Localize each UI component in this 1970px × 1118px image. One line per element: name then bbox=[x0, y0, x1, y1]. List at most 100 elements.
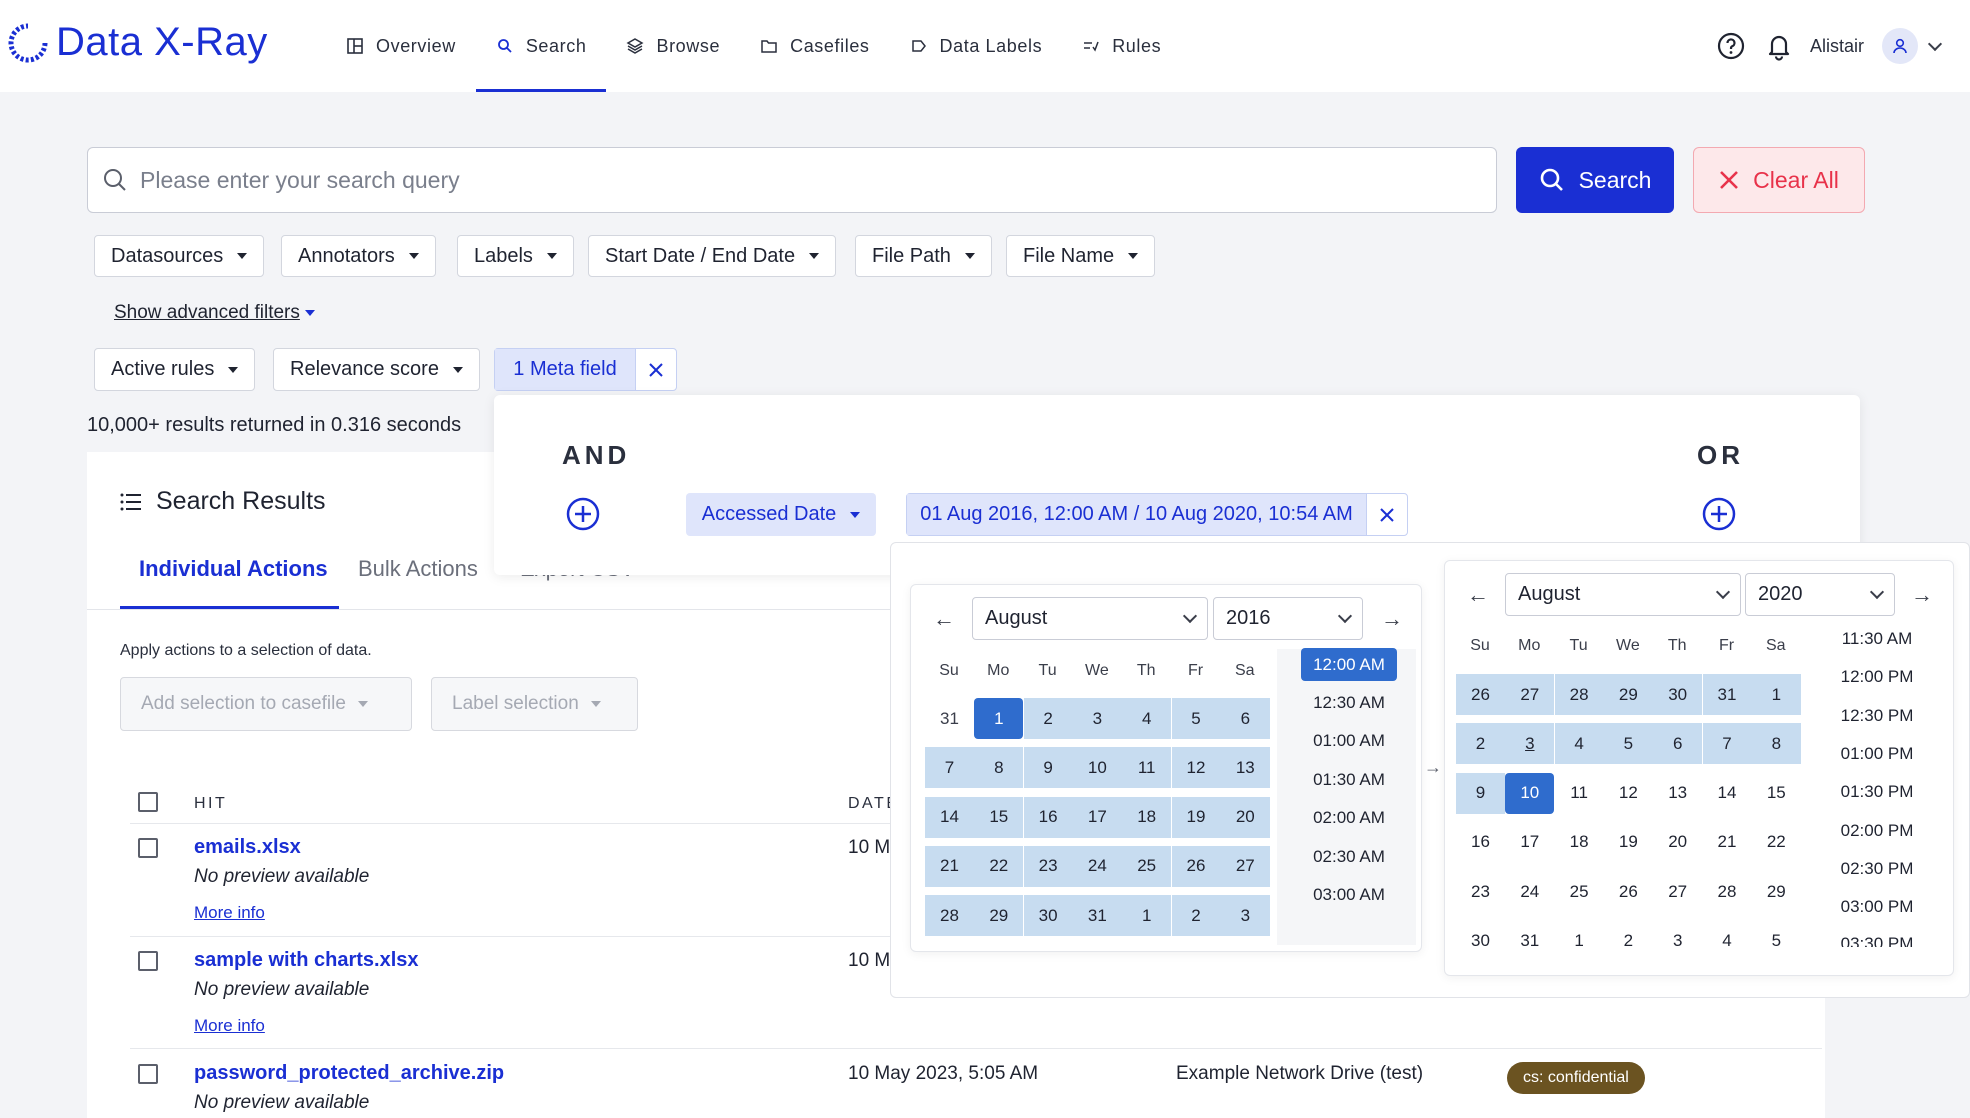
time-option[interactable]: 12:30 PM bbox=[1829, 706, 1925, 726]
active-rules-filter[interactable]: Active rules bbox=[94, 348, 256, 391]
time-option[interactable]: 01:30 AM bbox=[1301, 770, 1397, 790]
calendar-day[interactable]: 4 bbox=[1703, 921, 1752, 962]
calendar-day[interactable]: 24 bbox=[1505, 871, 1554, 912]
calendar-day[interactable]: 22 bbox=[974, 845, 1024, 887]
calendar-day[interactable]: 22 bbox=[1752, 822, 1801, 863]
time-option[interactable]: 03:30 PM bbox=[1829, 935, 1925, 947]
time-option[interactable]: 02:00 PM bbox=[1829, 821, 1925, 841]
show-advanced-filters-link[interactable]: Show advanced filters bbox=[114, 302, 315, 324]
calendar-day[interactable]: 31 bbox=[925, 698, 974, 739]
more-info-link[interactable]: More info bbox=[194, 903, 265, 923]
calendar-day[interactable]: 15 bbox=[1752, 773, 1801, 814]
time-option[interactable]: 01:00 AM bbox=[1301, 731, 1397, 751]
calendar-day[interactable]: 2 bbox=[1171, 895, 1221, 937]
calendar-day[interactable]: 4 bbox=[1122, 698, 1172, 739]
calendar-day[interactable]: 6 bbox=[1653, 723, 1703, 765]
user-name[interactable]: Alistair bbox=[1810, 36, 1864, 57]
search-input[interactable] bbox=[140, 166, 1440, 194]
calendar-day[interactable]: 18 bbox=[1555, 822, 1604, 863]
calendar-day[interactable]: 30 bbox=[1023, 895, 1073, 937]
next-month-icon[interactable]: → bbox=[1911, 582, 1933, 608]
calendar-day[interactable]: 16 bbox=[1023, 796, 1073, 838]
nav-browse[interactable]: Browse bbox=[606, 0, 740, 92]
tab-bulk-actions[interactable]: Bulk Actions bbox=[358, 556, 478, 582]
calendar-day[interactable]: 31 bbox=[1072, 895, 1122, 937]
tab-individual-actions[interactable]: Individual Actions bbox=[139, 556, 328, 582]
calendar-day[interactable]: 27 bbox=[1505, 674, 1555, 715]
calendar-day[interactable]: 31 bbox=[1505, 921, 1554, 962]
time-option[interactable]: 01:30 PM bbox=[1829, 782, 1925, 802]
row-checkbox[interactable] bbox=[138, 951, 158, 971]
calendar-day[interactable]: 26 bbox=[1604, 871, 1653, 912]
calendar-day[interactable]: 6 bbox=[1220, 698, 1270, 739]
calendar-day[interactable]: 2 bbox=[1023, 698, 1073, 739]
clear-all-button[interactable]: Clear All bbox=[1693, 147, 1865, 213]
calendar-day[interactable]: 26 bbox=[1456, 674, 1505, 715]
calendar-day[interactable]: 29 bbox=[1603, 674, 1653, 715]
calendar-day[interactable]: 1 bbox=[974, 698, 1024, 739]
start-year-select[interactable]: 2016 bbox=[1213, 597, 1363, 640]
next-month-icon[interactable]: → bbox=[1381, 606, 1403, 632]
calendar-day[interactable]: 30 bbox=[1653, 674, 1703, 715]
remove-meta-field-button[interactable] bbox=[636, 349, 676, 390]
calendar-day[interactable]: 16 bbox=[1456, 822, 1505, 863]
avatar[interactable] bbox=[1882, 28, 1918, 64]
calendar-day[interactable]: 25 bbox=[1122, 845, 1172, 887]
add-and-condition-icon[interactable] bbox=[566, 497, 600, 531]
calendar-day[interactable]: 28 bbox=[1554, 674, 1604, 715]
calendar-day[interactable]: 3 bbox=[1220, 895, 1270, 937]
calendar-day[interactable]: 23 bbox=[1456, 871, 1505, 912]
prev-month-icon[interactable]: ← bbox=[1467, 582, 1489, 608]
nav-search[interactable]: Search bbox=[475, 0, 607, 92]
time-option[interactable]: 03:00 PM bbox=[1829, 897, 1925, 917]
calendar-day[interactable]: 28 bbox=[925, 895, 974, 937]
calendar-day[interactable]: 21 bbox=[1703, 822, 1752, 863]
add-to-casefile-button[interactable]: Add selection to casefile bbox=[120, 677, 412, 731]
add-or-condition-icon[interactable] bbox=[1702, 497, 1736, 531]
nav-rules[interactable]: Rules bbox=[1062, 0, 1181, 92]
calendar-day[interactable]: 14 bbox=[1703, 773, 1752, 814]
calendar-day[interactable]: 5 bbox=[1603, 723, 1653, 765]
calendar-day[interactable]: 27 bbox=[1220, 845, 1270, 887]
prev-month-icon[interactable]: ← bbox=[933, 606, 955, 632]
time-option[interactable]: 11:30 AM bbox=[1829, 629, 1925, 649]
hit-file-link[interactable]: emails.xlsx bbox=[194, 836, 301, 859]
column-header-hit[interactable]: HIT bbox=[194, 795, 227, 813]
calendar-day[interactable]: 3 bbox=[1653, 921, 1702, 962]
start-month-select[interactable]: August bbox=[972, 597, 1208, 640]
time-option[interactable]: 02:00 AM bbox=[1301, 808, 1397, 828]
time-option[interactable]: 01:00 PM bbox=[1829, 744, 1925, 764]
calendar-day[interactable]: 17 bbox=[1072, 796, 1122, 838]
hit-file-link[interactable]: sample with charts.xlsx bbox=[194, 949, 419, 972]
nav-overview[interactable]: Overview bbox=[326, 0, 476, 92]
calendar-day[interactable]: 17 bbox=[1505, 822, 1554, 863]
calendar-day[interactable]: 8 bbox=[1751, 723, 1801, 765]
calendar-day[interactable]: 5 bbox=[1752, 921, 1801, 962]
datasources-filter[interactable]: Datasources bbox=[94, 235, 265, 277]
time-option[interactable]: 03:00 AM bbox=[1301, 885, 1397, 905]
calendar-day[interactable]: 19 bbox=[1604, 822, 1653, 863]
calendar-day[interactable]: 24 bbox=[1072, 845, 1122, 887]
calendar-day[interactable]: 1 bbox=[1751, 674, 1801, 715]
calendar-day[interactable]: 30 bbox=[1456, 921, 1505, 962]
relevance-score-filter[interactable]: Relevance score bbox=[273, 348, 480, 391]
file-name-filter[interactable]: File Name bbox=[1006, 235, 1156, 277]
nav-data-labels[interactable]: Data Labels bbox=[890, 0, 1063, 92]
date-range-filter[interactable]: Start Date / End Date bbox=[588, 235, 837, 277]
calendar-day[interactable]: 7 bbox=[925, 747, 974, 789]
calendar-day[interactable]: 5 bbox=[1171, 698, 1221, 739]
calendar-day[interactable]: 29 bbox=[974, 895, 1024, 937]
calendar-day[interactable]: 14 bbox=[925, 796, 974, 838]
calendar-day[interactable]: 27 bbox=[1653, 871, 1702, 912]
user-menu-toggle[interactable] bbox=[1918, 29, 1952, 63]
calendar-day[interactable]: 2 bbox=[1456, 723, 1505, 765]
calendar-day[interactable]: 21 bbox=[925, 845, 974, 887]
file-path-filter[interactable]: File Path bbox=[855, 235, 992, 277]
calendar-day[interactable]: 31 bbox=[1702, 674, 1752, 715]
calendar-day[interactable]: 2 bbox=[1604, 921, 1653, 962]
app-logo[interactable]: Data X-Ray bbox=[6, 20, 268, 65]
calendar-day[interactable]: 3 bbox=[1505, 723, 1555, 765]
calendar-day[interactable]: 19 bbox=[1171, 796, 1221, 838]
meta-field-select[interactable]: Accessed Date bbox=[686, 493, 876, 536]
select-all-checkbox[interactable] bbox=[138, 792, 158, 812]
